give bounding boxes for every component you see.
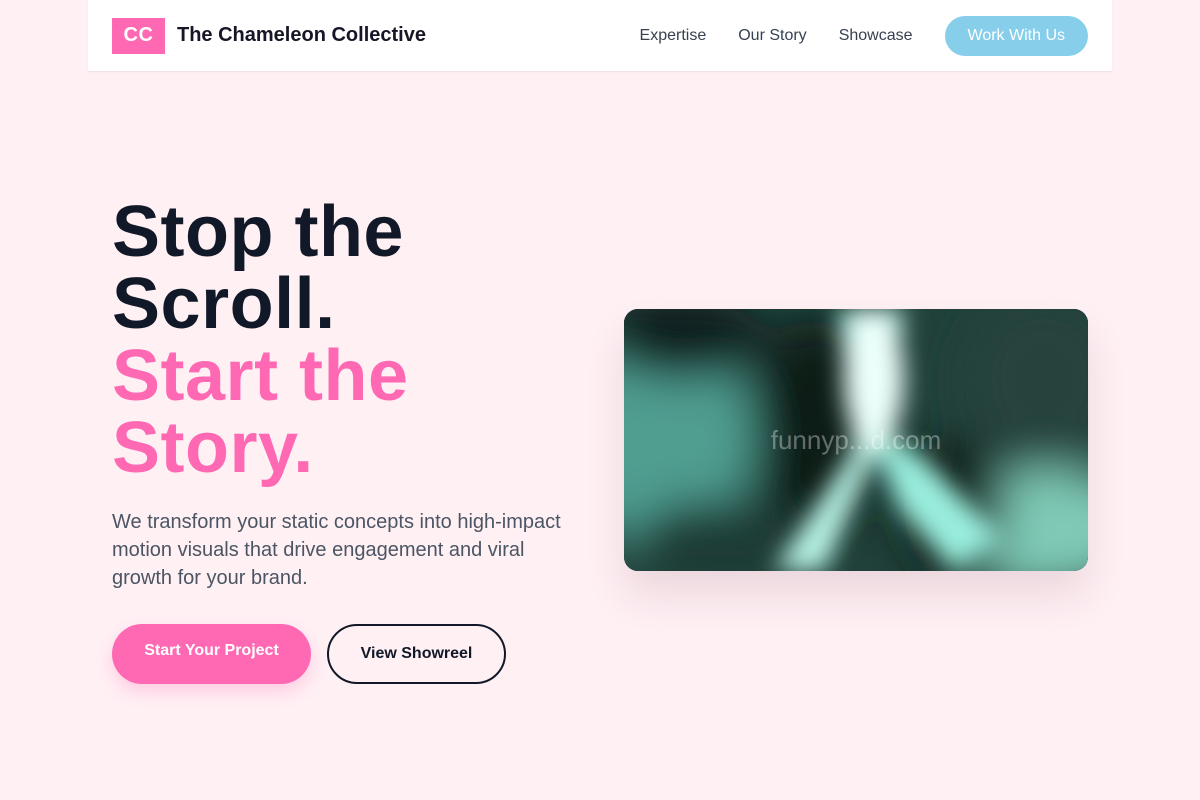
hero-subtitle: We transform your static concepts into h… <box>112 511 561 589</box>
hero-title-line-2: Start the Story. <box>112 336 409 488</box>
page: CC The Chameleon Collective Expertise Ou… <box>0 0 1200 800</box>
hero-title: Stop the Scroll. Start the Story. <box>112 196 592 484</box>
hero-media[interactable]: funnyp...d.com <box>624 309 1088 571</box>
brand-name[interactable]: The Chameleon Collective <box>177 24 426 47</box>
view-showreel-button[interactable]: View Showreel <box>327 624 506 684</box>
media-watermark: funnyp...d.com <box>770 425 942 455</box>
nav-link-our-story[interactable]: Our Story <box>738 27 806 45</box>
nav-link-showcase[interactable]: Showcase <box>839 27 913 45</box>
site-header: CC The Chameleon Collective Expertise Ou… <box>88 0 1112 72</box>
hero-title-line-1: Stop the Scroll. <box>112 192 404 344</box>
nav-link-expertise[interactable]: Expertise <box>640 27 707 45</box>
main-nav: Expertise Our Story Showcase Work With U… <box>640 15 1088 56</box>
start-project-button[interactable]: Start Your Project <box>112 624 311 684</box>
work-with-us-button[interactable]: Work With Us <box>944 15 1088 56</box>
logo-mark[interactable]: CC <box>112 17 165 54</box>
